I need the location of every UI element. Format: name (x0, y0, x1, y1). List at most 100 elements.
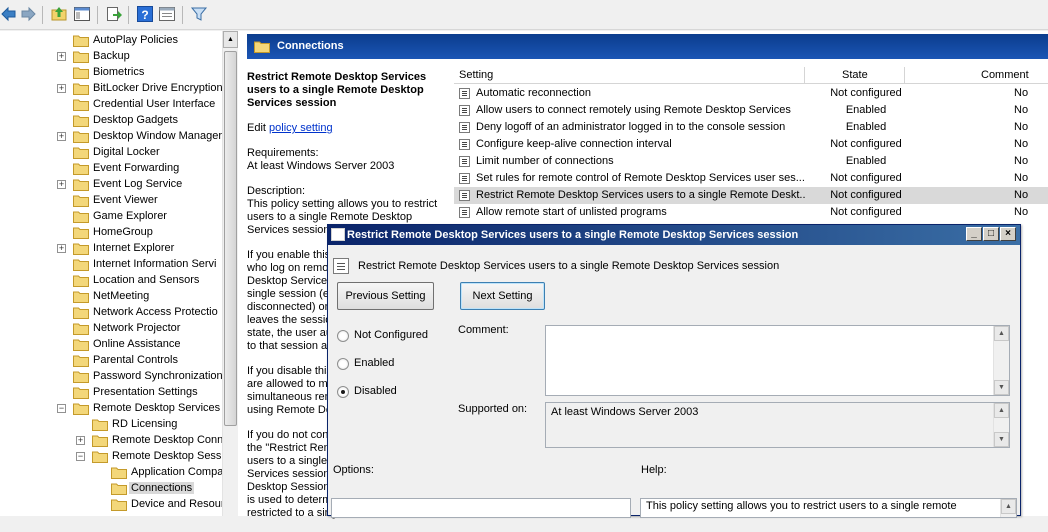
tree-item-label[interactable]: Network Access Protectio (93, 306, 218, 318)
tree-item[interactable]: Digital Locker (0, 145, 222, 161)
radio-disabled-label[interactable]: Disabled (354, 385, 397, 397)
tree-item-label[interactable]: Game Explorer (93, 210, 167, 222)
tree-item-label[interactable]: AutoPlay Policies (93, 34, 178, 46)
supported-scrollbar[interactable]: ▲ ▼ (993, 403, 1009, 447)
tree-item[interactable]: Internet Information Servi (0, 257, 222, 273)
tree-item[interactable]: HomeGroup (0, 225, 222, 241)
tree-item-label[interactable]: Internet Explorer (93, 242, 174, 254)
radio-enabled[interactable]: Enabled (337, 357, 437, 373)
table-row[interactable]: Automatic reconnection Not configured No (454, 85, 1048, 102)
tree-item-label[interactable]: Application Compa (131, 466, 223, 478)
expand-icon[interactable]: + (57, 180, 66, 189)
column-header-comment[interactable]: Comment (981, 69, 1029, 81)
tree-item-label[interactable]: Backup (93, 50, 130, 62)
table-row[interactable]: Limit number of connections Enabled No (454, 153, 1048, 170)
table-row[interactable]: Set rules for remote control of Remote D… (454, 170, 1048, 187)
tree-item-label[interactable]: Desktop Gadgets (93, 114, 178, 126)
radio-disabled[interactable]: Disabled (337, 385, 437, 401)
expand-icon[interactable]: + (57, 52, 66, 61)
tree-item[interactable]: RD Licensing (0, 417, 222, 433)
tree-item-label[interactable]: Biometrics (93, 66, 144, 78)
tree-item-label[interactable]: Digital Locker (93, 146, 160, 158)
back-icon[interactable] (0, 5, 18, 23)
tree-item[interactable]: + Desktop Window Manager (0, 129, 222, 145)
tree-item-label[interactable]: Desktop Window Manager (93, 130, 222, 142)
collapse-icon[interactable]: − (76, 452, 85, 461)
tree-item-label[interactable]: Remote Desktop Sessi (112, 450, 224, 462)
tree-item-label[interactable]: NetMeeting (93, 290, 149, 302)
tree-item[interactable]: NetMeeting (0, 289, 222, 305)
tree-item-label[interactable]: Online Assistance (93, 338, 180, 350)
tree-item-label[interactable]: Device and Resour (131, 498, 225, 510)
setting-name[interactable]: Deny logoff of an administrator logged i… (476, 121, 806, 133)
table-row[interactable]: Allow users to connect remotely using Re… (454, 102, 1048, 119)
setting-name[interactable]: Automatic reconnection (476, 87, 806, 99)
tree-item[interactable]: AutoPlay Policies (0, 33, 222, 49)
tree-item-label[interactable]: BitLocker Drive Encryption (93, 82, 223, 94)
scroll-up-arrow-icon[interactable]: ▲ (223, 31, 238, 48)
tree-item-label[interactable]: Password Synchronization (93, 370, 223, 382)
setting-name[interactable]: Allow remote start of unlisted programs (476, 206, 806, 218)
tree-item-label[interactable]: RD Licensing (112, 418, 177, 430)
table-row[interactable]: Configure keep-alive connection interval… (454, 136, 1048, 153)
help-icon[interactable]: ? (136, 5, 154, 23)
help-scrollbar[interactable]: ▲ (1000, 499, 1016, 517)
radio-circle[interactable] (337, 330, 349, 342)
table-row[interactable]: Allow remote start of unlisted programs N… (454, 204, 1048, 221)
forward-icon[interactable] (19, 5, 37, 23)
table-row[interactable]: Restrict Remote Desktop Services users t… (454, 187, 1048, 204)
radio-circle[interactable] (337, 358, 349, 370)
tree-item-label[interactable]: Location and Sensors (93, 274, 199, 286)
tree-item[interactable]: Event Forwarding (0, 161, 222, 177)
setting-name[interactable]: Allow users to connect remotely using Re… (476, 104, 806, 116)
tree-item-label[interactable]: HomeGroup (93, 226, 153, 238)
tree-scrollbar[interactable]: ▲ (222, 31, 238, 516)
tree-item-label[interactable]: Parental Controls (93, 354, 178, 366)
tree-item[interactable]: + Remote Desktop Conn (0, 433, 223, 449)
tree-item[interactable]: + Backup (0, 49, 222, 65)
radio-not-configured-label[interactable]: Not Configured (354, 329, 428, 341)
show-hide-tree-icon[interactable] (73, 5, 91, 23)
column-header-state[interactable]: State (842, 69, 868, 81)
tree-item[interactable]: Parental Controls (0, 353, 222, 369)
expand-icon[interactable]: + (57, 132, 66, 141)
comment-textarea[interactable]: ▲ ▼ (545, 325, 1010, 396)
tree-item-label[interactable]: Credential User Interface (93, 98, 215, 110)
tree-item[interactable]: Network Access Protectio (0, 305, 222, 321)
tree-item[interactable]: Credential User Interface (0, 97, 222, 113)
comment-scrollbar[interactable]: ▲ ▼ (993, 326, 1009, 395)
minimize-icon[interactable]: _ (966, 227, 982, 241)
edit-policy-link[interactable]: policy setting (269, 122, 333, 134)
tree-item[interactable]: Location and Sensors (0, 273, 222, 289)
scroll-up-arrow-icon[interactable]: ▲ (994, 326, 1009, 341)
tree-item-label[interactable]: Internet Information Servi (93, 258, 217, 270)
tree-item[interactable]: Desktop Gadgets (0, 113, 222, 129)
tree-item-label[interactable]: Presentation Settings (93, 386, 198, 398)
scroll-down-arrow-icon[interactable]: ▼ (994, 432, 1009, 447)
setting-name[interactable]: Set rules for remote control of Remote D… (476, 172, 806, 184)
radio-circle[interactable] (337, 386, 349, 398)
radio-not-configured[interactable]: Not Configured (337, 329, 437, 345)
tree-item[interactable]: Connections (0, 481, 222, 497)
filter-icon[interactable] (190, 5, 208, 23)
tree-item-label[interactable]: Connections (129, 482, 195, 494)
tree-item[interactable]: Application Compa (0, 465, 223, 481)
tree-item-label[interactable]: Remote Desktop Services (93, 402, 220, 414)
tree-item-label[interactable]: Event Forwarding (93, 162, 179, 174)
up-icon[interactable] (50, 5, 68, 23)
close-icon[interactable]: × (1000, 227, 1016, 241)
tree-item-label[interactable]: Remote Desktop Conn (112, 434, 223, 446)
setting-name[interactable]: Limit number of connections (476, 155, 806, 167)
tree-item[interactable]: + BitLocker Drive Encryption (0, 81, 223, 97)
scroll-down-arrow-icon[interactable]: ▼ (994, 380, 1009, 395)
dialog-title-bar[interactable]: Restrict Remote Desktop Services users t… (328, 225, 1020, 245)
properties-icon[interactable] (158, 5, 176, 23)
tree-item[interactable]: + Internet Explorer (0, 241, 222, 257)
radio-enabled-label[interactable]: Enabled (354, 357, 394, 369)
maximize-icon[interactable]: □ (983, 227, 999, 241)
tree-item-label[interactable]: Event Log Service (93, 178, 182, 190)
collapse-icon[interactable]: − (57, 404, 66, 413)
scroll-thumb[interactable] (224, 51, 237, 426)
tree-item[interactable]: Device and Resour (0, 497, 225, 513)
tree-item[interactable]: Biometrics (0, 65, 222, 81)
